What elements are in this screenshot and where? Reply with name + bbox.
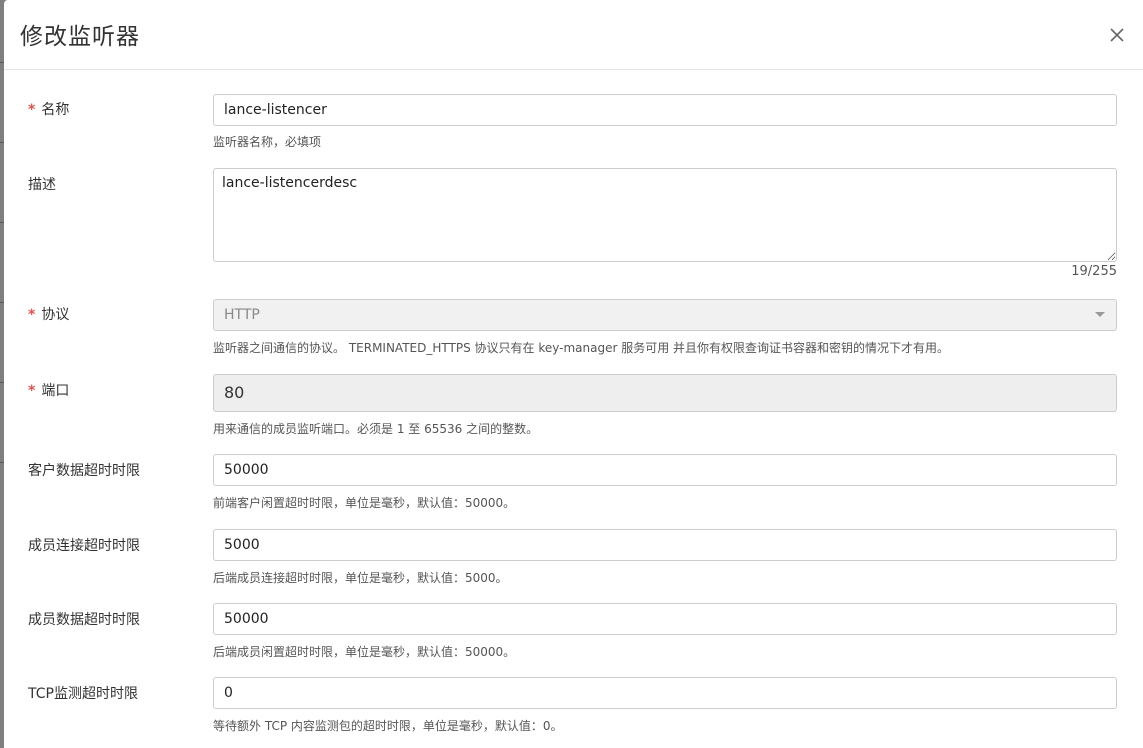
edit-listener-dialog: 修改监听器 * 名称 监听器名称，必填项 描述 lance-listencerde… — [4, 0, 1143, 748]
member-data-timeout-input[interactable] — [213, 603, 1117, 635]
name-label-text: 名称 — [41, 102, 70, 118]
port-label: * 端口 — [28, 382, 69, 400]
description-char-counter: 19/255 — [1071, 264, 1117, 279]
member-connect-timeout-help: 后端成员连接超时时限，单位是毫秒，默认值：5000。 — [213, 571, 508, 585]
tcp-inspect-timeout-help: 等待额外 TCP 内容监测包的超时时限，单位是毫秒，默认值：0。 — [213, 719, 563, 733]
member-connect-timeout-label: 成员连接超时时限 — [28, 538, 140, 554]
protocol-label-text: 协议 — [41, 307, 70, 323]
close-icon — [1110, 28, 1124, 42]
dialog-title: 修改监听器 — [20, 24, 140, 50]
dialog-header: 修改监听器 — [4, 0, 1143, 70]
port-help: 用来通信的成员监听端口。必须是 1 至 65536 之间的整数。 — [213, 422, 539, 436]
description-textarea[interactable]: lance-listencerdesc — [213, 168, 1117, 262]
name-input[interactable] — [213, 94, 1117, 126]
member-connect-timeout-input[interactable] — [213, 529, 1117, 561]
name-label: * 名称 — [28, 101, 69, 119]
tcp-inspect-timeout-label: TCP监测超时时限 — [28, 686, 138, 702]
member-data-timeout-help: 后端成员闲置超时时限，单位是毫秒，默认值：50000。 — [213, 645, 516, 659]
name-help: 监听器名称，必填项 — [213, 135, 322, 149]
required-mark: * — [28, 383, 36, 399]
tcp-inspect-timeout-input[interactable] — [213, 677, 1117, 709]
protocol-select[interactable]: HTTP — [213, 299, 1117, 331]
port-label-text: 端口 — [41, 383, 70, 399]
port-input[interactable]: 80 — [213, 374, 1117, 412]
required-mark: * — [28, 307, 36, 323]
member-data-timeout-label: 成员数据超时时限 — [28, 612, 140, 628]
client-data-timeout-input[interactable] — [213, 454, 1117, 486]
chevron-down-icon — [1095, 312, 1105, 317]
protocol-help: 监听器之间通信的协议。 TERMINATED_HTTPS 协议只有在 key-m… — [213, 341, 950, 355]
required-mark: * — [28, 102, 36, 118]
client-data-timeout-label: 客户数据超时时限 — [28, 463, 140, 479]
protocol-label: * 协议 — [28, 306, 69, 324]
client-data-timeout-help: 前端客户闲置超时时限，单位是毫秒，默认值：50000。 — [213, 496, 516, 510]
close-button[interactable] — [1106, 24, 1128, 46]
protocol-select-value: HTTP — [213, 299, 1117, 331]
description-label: 描述 — [28, 177, 56, 193]
